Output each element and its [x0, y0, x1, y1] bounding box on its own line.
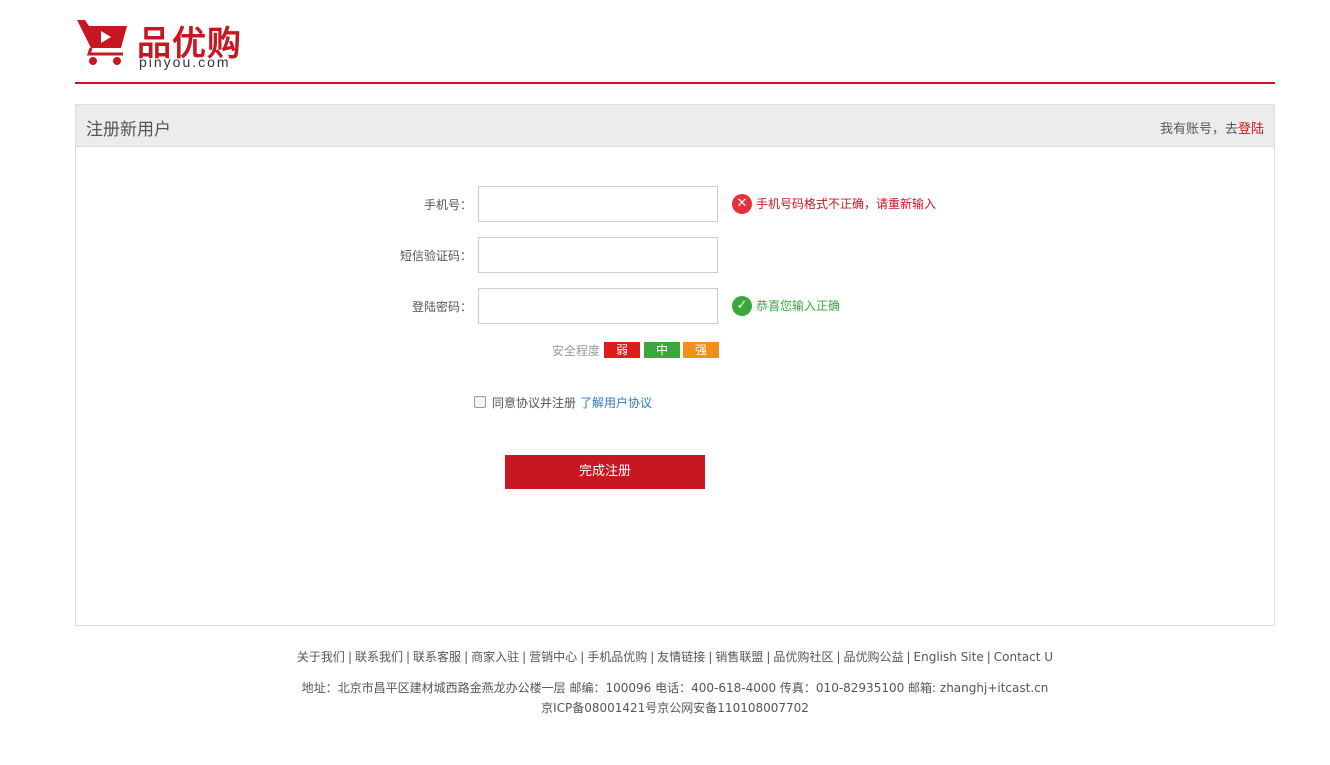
agree-checkbox[interactable] — [474, 396, 486, 408]
footer-links: 关于我们 | 联系我们 | 联系客服 | 商家入驻 | 营销中心 | 手机品优购 | 友情链接 | 销售联盟… — [0, 648, 1330, 665]
register-panel: 注册新用户 我有账号，去登陆 手机号： ✕ 手机号码格式不正确，请重新输入 短信… — [75, 104, 1275, 626]
strength-label: 安全程度 — [552, 344, 601, 358]
phone-label: 手机号： — [423, 198, 472, 212]
footer-link[interactable]: 联系客服 — [413, 650, 461, 664]
footer-link[interactable]: 品优购社区 — [773, 650, 833, 664]
footer-link[interactable]: 关于我们 — [297, 650, 345, 664]
logo-text-en: pinyou.com — [139, 54, 231, 70]
submit-register-button[interactable]: 完成注册 — [505, 455, 705, 489]
footer-separator: | — [406, 650, 411, 664]
site-header: 品优购 pinyou.com — [75, 0, 1275, 84]
phone-error-text: 手机号码格式不正确，请重新输入 — [756, 197, 937, 211]
page-title: 注册新用户 — [86, 120, 171, 140]
footer-link[interactable]: Contact U — [994, 650, 1053, 664]
strength-medium: 中 — [644, 342, 680, 358]
login-link[interactable]: 登陆 — [1238, 122, 1264, 137]
shopping-cart-play-icon — [77, 20, 127, 65]
strength-strong: 强 — [683, 342, 719, 358]
user-agreement-link[interactable]: 了解用户协议 — [580, 394, 652, 411]
footer-link[interactable]: 手机品优购 — [587, 650, 647, 664]
logo[interactable]: 品优购 pinyou.com — [75, 14, 255, 74]
footer-link[interactable]: 品优购公益 — [843, 650, 903, 664]
strength-weak: 弱 — [604, 342, 640, 358]
password-row: 登陆密码： ✓ 恭喜您输入正确 — [76, 288, 1274, 324]
footer-address: 地址：北京市昌平区建材城西路金燕龙办公楼一层 邮编：100096 电话：400-… — [301, 681, 1049, 695]
footer-separator: | — [836, 650, 841, 664]
password-input[interactable] — [478, 288, 718, 324]
password-label: 登陆密码： — [411, 300, 472, 314]
panel-header: 注册新用户 我有账号，去登陆 — [76, 105, 1274, 147]
sms-code-input[interactable] — [478, 237, 718, 273]
footer-link[interactable]: 联系我们 — [355, 650, 403, 664]
footer-separator: | — [708, 650, 713, 664]
login-hint: 我有账号，去登陆 — [1160, 118, 1264, 137]
agree-text: 同意协议并注册 — [492, 396, 577, 410]
login-prefix: 我有账号，去 — [1159, 122, 1238, 137]
footer-separator: | — [906, 650, 911, 664]
phone-row: 手机号： ✕ 手机号码格式不正确，请重新输入 — [76, 186, 1274, 222]
footer-link[interactable]: 友情链接 — [657, 650, 705, 664]
phone-error-message: ✕ 手机号码格式不正确，请重新输入 — [732, 194, 936, 214]
footer-icp: 京ICP备08001421号京公网安备110108007702 — [541, 701, 809, 715]
footer-separator: | — [580, 650, 585, 664]
footer-link[interactable]: 商家入驻 — [471, 650, 519, 664]
error-circle-icon: ✕ — [732, 194, 752, 214]
footer-separator: | — [522, 650, 527, 664]
footer-link[interactable]: 营销中心 — [529, 650, 577, 664]
phone-input[interactable] — [478, 186, 718, 222]
footer-separator: | — [986, 650, 991, 664]
footer-link[interactable]: 销售联盟 — [715, 650, 763, 664]
footer-link[interactable]: English Site — [914, 650, 984, 664]
sms-row: 短信验证码： — [76, 237, 1274, 273]
footer-separator: | — [650, 650, 655, 664]
password-success-text: 恭喜您输入正确 — [756, 299, 841, 313]
footer-separator: | — [464, 650, 469, 664]
footer-separator: | — [766, 650, 771, 664]
check-circle-icon: ✓ — [732, 296, 752, 316]
footer-separator: | — [347, 650, 352, 664]
sms-label: 短信验证码： — [399, 249, 472, 263]
password-success-message: ✓ 恭喜您输入正确 — [732, 296, 840, 316]
